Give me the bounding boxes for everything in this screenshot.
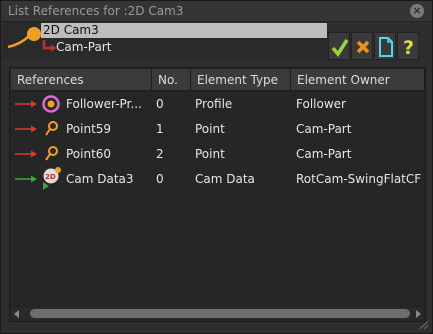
reference-element-owner: Cam-Part [296, 147, 352, 161]
reference-tree: 2D Cam3 Cam-Part [3, 22, 328, 60]
part-link-icon [42, 40, 56, 52]
scroll-left-icon[interactable] [14, 310, 19, 318]
window-title: List References for :2D Cam3 [8, 4, 184, 18]
svg-text:?: ? [403, 37, 414, 57]
horizontal-scrollbar[interactable] [12, 308, 423, 319]
references-table: References No. Element Type Element Owne… [9, 67, 426, 322]
column-header-no[interactable]: No. [152, 69, 191, 91]
reference-element-type: Point [195, 147, 225, 161]
new-document-button[interactable] [374, 32, 396, 60]
reference-element-owner: Cam-Part [296, 122, 352, 136]
cam-data-icon: 2D [43, 167, 61, 190]
cam-icon [7, 27, 41, 49]
reference-no: 2 [156, 147, 164, 161]
title-bar[interactable]: List References for :2D Cam3 × [1, 1, 432, 22]
reference-element-type: Point [195, 122, 225, 136]
reference-name: Point59 [66, 122, 112, 136]
list-references-window: List References for :2D Cam3 × 2D Cam3 C… [0, 0, 433, 334]
help-icon: ? [403, 37, 414, 57]
column-header-references[interactable]: References [11, 69, 152, 91]
svg-text:2D: 2D [45, 173, 56, 181]
cancel-button[interactable] [351, 32, 373, 60]
column-header-element-type[interactable]: Element Type [191, 69, 291, 91]
reference-link-icon [15, 125, 37, 133]
reference-name: Cam Data3 [66, 172, 134, 186]
help-button[interactable]: ? [397, 32, 419, 60]
check-icon [331, 39, 349, 57]
reference-no: 0 [156, 172, 164, 186]
close-button[interactable]: × [410, 4, 424, 18]
close-icon: × [412, 4, 422, 17]
tree-root-label: 2D Cam3 [43, 23, 99, 37]
scroll-right-icon[interactable] [416, 310, 421, 318]
reference-no: 0 [156, 97, 164, 111]
resize-grip-icon[interactable] [419, 320, 429, 330]
point-icon [45, 146, 58, 161]
document-icon [379, 37, 393, 57]
reference-element-owner: RotCam-SwingFlatCF [296, 172, 422, 186]
ok-button[interactable] [328, 32, 350, 60]
reference-link-icon [15, 100, 37, 108]
point-icon [45, 121, 58, 136]
reference-link-icon [15, 175, 37, 183]
column-header-element-owner[interactable]: Element Owner [291, 69, 425, 91]
profile-icon [42, 95, 60, 113]
reference-element-owner: Follower [296, 97, 346, 111]
scrollbar-thumb[interactable] [30, 309, 410, 318]
reference-name: Point60 [66, 147, 112, 161]
reference-element-type: Profile [195, 97, 233, 111]
reference-element-type: Cam Data [195, 172, 255, 186]
tree-child-label[interactable]: Cam-Part [56, 40, 111, 54]
reference-name: Follower-Pr... [66, 97, 142, 111]
reference-link-icon [15, 150, 37, 158]
reference-no: 1 [156, 122, 164, 136]
x-icon [356, 40, 370, 54]
